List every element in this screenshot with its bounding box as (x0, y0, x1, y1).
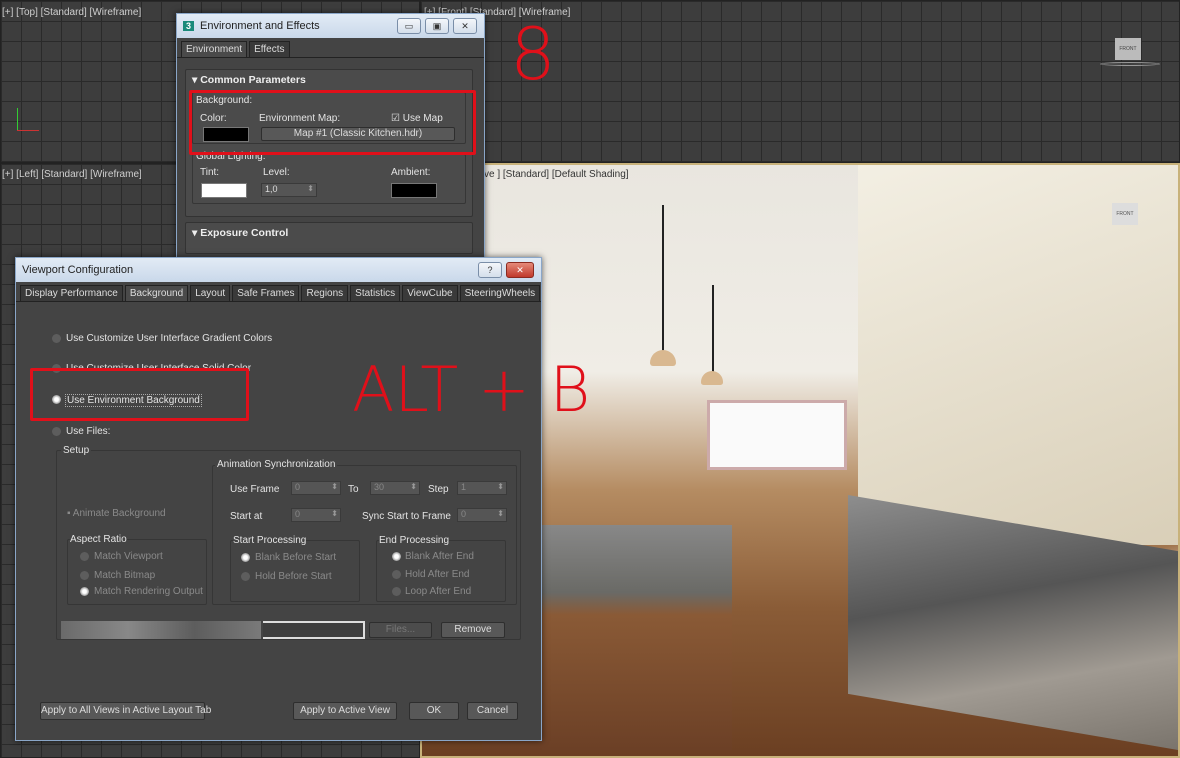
blank-before-start-label[interactable]: Blank Before Start (255, 552, 336, 563)
close-button[interactable]: ✕ (453, 18, 477, 34)
sync-start-label: Sync Start to Frame (362, 511, 451, 522)
help-button[interactable]: ? (478, 262, 502, 278)
tab-environment[interactable]: Environment (181, 41, 248, 57)
animation-sync-group: Animation Synchronization Use Frame 0 To… (212, 459, 517, 605)
step-spinner[interactable]: 1 (457, 481, 507, 495)
apply-all-views-button[interactable]: Apply to All Views in Active Layout Tab (40, 702, 211, 720)
tint-color-swatch[interactable] (201, 183, 247, 198)
radio-use-files[interactable] (52, 427, 61, 436)
radio-match-rendering-output[interactable] (80, 587, 89, 596)
match-viewport-label[interactable]: Match Viewport (94, 551, 163, 562)
file-path-field[interactable] (61, 621, 261, 639)
level-spinner[interactable]: 1,0 (261, 183, 317, 197)
anim-sync-label: Animation Synchronization (215, 459, 338, 470)
ambient-color-swatch[interactable] (391, 183, 437, 198)
tab-display-performance[interactable]: Display Performance (20, 285, 123, 301)
loop-after-end-label[interactable]: Loop After End (405, 586, 471, 597)
env-tabs: Environment Effects (177, 38, 484, 58)
vp-tabs: Display Performance Background Layout Sa… (16, 282, 541, 302)
match-bitmap-label[interactable]: Match Bitmap (94, 570, 155, 581)
tab-steeringwheels[interactable]: SteeringWheels (459, 285, 541, 301)
setup-label: Setup (61, 445, 92, 456)
tab-viewcube[interactable]: ViewCube (402, 285, 458, 301)
radio-blank-before-start[interactable] (241, 553, 250, 562)
minimize-button[interactable]: ▭ (397, 18, 421, 34)
tab-safe-frames[interactable]: Safe Frames (232, 285, 300, 301)
common-parameters-header[interactable]: ▾ Common Parameters (186, 70, 472, 90)
remove-button[interactable]: Remove (441, 622, 505, 638)
use-frame-spinner[interactable]: 0 (291, 481, 341, 495)
end-processing-group: End Processing Blank After End Hold Afte… (376, 535, 506, 602)
tint-label: Tint: (200, 167, 220, 178)
exposure-control-header[interactable]: ▾ Exposure Control (186, 223, 472, 243)
radio-loop-after-end[interactable] (392, 587, 401, 596)
start-at-spinner[interactable]: 0 (291, 508, 341, 522)
hold-before-start-label[interactable]: Hold Before Start (255, 571, 332, 582)
end-processing-label: End Processing (379, 535, 450, 546)
radio-hold-before-start[interactable] (241, 572, 250, 581)
global-lighting-group: Global Lighting: Tint: Level: 1,0 Ambien… (192, 151, 466, 204)
viewport-configuration-dialog: Viewport Configuration ? ✕ Display Perfo… (15, 257, 542, 741)
setup-group: Setup ▪ Animate Background Animation Syn… (56, 445, 521, 640)
file-path-input[interactable] (263, 621, 365, 639)
axis-gizmo-x-icon (17, 130, 39, 131)
radio-blank-after-end[interactable] (392, 552, 401, 561)
ambient-label: Ambient: (391, 167, 431, 178)
viewcube-icon[interactable]: FRONT (1100, 38, 1160, 68)
app-icon: 3 (183, 21, 195, 31)
start-processing-label: Start Processing (233, 535, 307, 546)
axis-gizmo-icon (17, 108, 18, 130)
annotation-eight: 8 (510, 12, 556, 96)
to-label: To (348, 484, 359, 495)
use-frame-label: Use Frame (230, 484, 280, 495)
env-title: Environment and Effects (200, 20, 320, 32)
viewport-left-label[interactable]: [+] [Left] [Standard] [Wireframe] (2, 169, 142, 180)
hold-after-end-label[interactable]: Hold After End (405, 569, 469, 580)
maximize-button[interactable]: ▣ (425, 18, 449, 34)
aspect-ratio-label: Aspect Ratio (70, 534, 127, 545)
radio-match-bitmap[interactable] (80, 571, 89, 580)
viewcube-face[interactable]: FRONT (1115, 38, 1141, 60)
start-processing-group: Start Processing Blank Before Start Hold… (230, 535, 360, 602)
annotation-alt-b: ALT + B (352, 353, 591, 426)
viewport-perspective-label[interactable]: ve ] [Standard] [Default Shading] (484, 169, 629, 180)
tab-layout[interactable]: Layout (190, 285, 231, 301)
tab-statistics[interactable]: Statistics (350, 285, 401, 301)
radio-gradient-colors[interactable] (52, 334, 61, 343)
files-button[interactable]: Files... (369, 622, 432, 638)
vp-title: Viewport Configuration (22, 264, 134, 276)
start-at-label: Start at (230, 511, 263, 522)
ok-button[interactable]: OK (409, 702, 459, 720)
option-use-files-label[interactable]: Use Files: (66, 426, 110, 437)
viewport-top-label[interactable]: [+] [Top] [Standard] [Wireframe] (2, 7, 141, 18)
annotation-env-background-box (30, 368, 249, 421)
step-label: Step (428, 484, 449, 495)
tab-regions[interactable]: Regions (301, 285, 349, 301)
viewcube-perspective-icon[interactable]: FRONT (1112, 203, 1138, 225)
exposure-control-rollout: ▾ Exposure Control (185, 222, 473, 254)
apply-active-view-button[interactable]: Apply to Active View (293, 702, 397, 720)
annotation-background-box (189, 90, 476, 155)
blank-after-end-label[interactable]: Blank After End (405, 551, 474, 562)
sync-start-spinner[interactable]: 0 (457, 508, 507, 522)
animate-background-checkbox[interactable]: ▪ Animate Background (67, 508, 166, 519)
radio-hold-after-end[interactable] (392, 570, 401, 579)
to-spinner[interactable]: 30 (370, 481, 420, 495)
vp-titlebar[interactable]: Viewport Configuration (16, 258, 541, 282)
tab-background[interactable]: Background (124, 285, 189, 301)
radio-match-viewport[interactable] (80, 552, 89, 561)
cancel-button[interactable]: Cancel (467, 702, 518, 720)
tab-effects[interactable]: Effects (249, 41, 290, 57)
match-rendering-output-label[interactable]: Match Rendering Output (94, 586, 203, 597)
option-gradient-colors-label[interactable]: Use Customize User Interface Gradient Co… (66, 333, 272, 344)
level-label: Level: (263, 167, 290, 178)
close-button[interactable]: ✕ (506, 262, 534, 278)
aspect-ratio-group: Aspect Ratio Match Viewport Match Bitmap… (67, 534, 207, 605)
